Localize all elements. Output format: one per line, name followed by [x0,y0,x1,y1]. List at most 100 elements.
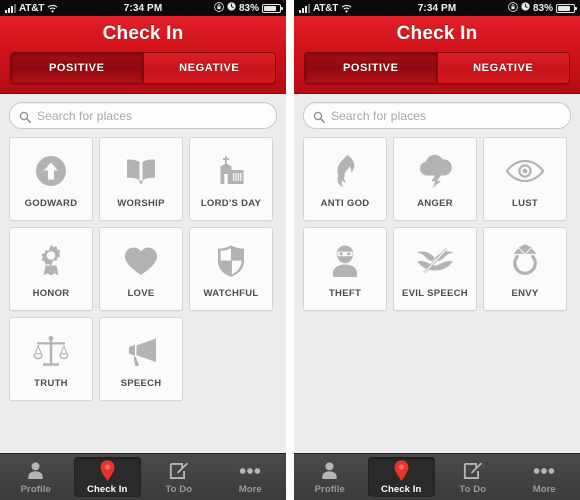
battery-percent-label: 83% [532,2,553,14]
tab-to-do[interactable]: To Do [439,457,507,497]
tile-label: ENVY [511,288,539,299]
tile-lust[interactable]: LUST [483,137,567,221]
tile-label: LOVE [127,288,155,299]
dual-screenshot-stage: AT&T 7:34 PM 83% Check In POSITIVE NEGAT… [0,0,580,500]
ellipsis-icon [533,460,555,482]
tile-anti-god[interactable]: ANTI GOD [303,137,387,221]
search-input[interactable]: Search for places [331,109,426,123]
tile-label: TRUTH [34,378,68,389]
tab-profile[interactable]: Profile [296,457,364,497]
segmented-control[interactable]: POSITIVE NEGATIVE [304,52,570,84]
search-icon [19,110,31,123]
search-container: Search for places [294,94,580,133]
tab-to-do[interactable]: To Do [145,457,213,497]
tile-speech[interactable]: SPEECH [99,317,183,401]
search-container: Search for places [0,94,286,133]
person-icon [26,460,45,482]
alarm-clock-icon [227,2,236,14]
tile-love[interactable]: LOVE [99,227,183,311]
arrow-up-circle-icon [34,151,68,191]
tile-watchful[interactable]: WATCHFUL [189,227,273,311]
tile-label: SPEECH [120,378,162,389]
search-bar[interactable]: Search for places [9,102,277,129]
tab-label: More [238,483,262,495]
tab-label: To Do [459,483,487,495]
heart-icon [123,241,159,281]
tile-truth[interactable]: TRUTH [9,317,93,401]
segment-positive[interactable]: POSITIVE [11,53,143,83]
segment-negative[interactable]: NEGATIVE [142,53,275,83]
search-input[interactable]: Search for places [37,109,132,123]
tile-label: WATCHFUL [203,288,259,299]
search-bar[interactable]: Search for places [303,102,571,129]
lips-slashed-icon [416,241,454,281]
tile-label: ANTI GOD [320,198,370,209]
category-grid-positive: GODWARD WORSHIP LORD'S DAY HONOR LOVE WA… [0,133,286,401]
storm-cloud-lightning-icon [417,151,453,191]
pencil-note-icon [463,460,483,482]
pencil-note-icon [169,460,189,482]
status-bar-right: 83% [508,1,577,15]
status-bar: AT&T 7:34 PM 83% [294,0,580,16]
map-pin-icon [394,460,409,482]
person-icon [320,460,339,482]
tab-more[interactable]: More [217,457,285,497]
segment-negative[interactable]: NEGATIVE [436,53,569,83]
rotation-lock-icon [508,1,518,15]
diamond-ring-icon [510,241,540,281]
tab-bar: Profile Check In To Do More [294,453,580,500]
tile-label: THEFT [328,288,362,299]
panel-divider [286,0,290,500]
open-book-icon [123,151,159,191]
segmented-control[interactable]: POSITIVE NEGATIVE [10,52,276,84]
nav-header: Check In POSITIVE NEGATIVE [294,16,580,94]
phone-screen-negative: AT&T 7:34 PM 83% Check In POSITIVE NEGAT… [294,0,580,500]
tile-evil-speech[interactable]: EVIL SPEECH [393,227,477,311]
page-title: Check In [102,23,184,44]
page-title: Check In [396,23,478,44]
masked-burglar-icon [329,241,361,281]
battery-percent-label: 83% [238,2,259,14]
award-ribbon-icon [36,241,66,281]
tile-envy[interactable]: ENVY [483,227,567,311]
flame-icon [331,151,359,191]
segment-positive[interactable]: POSITIVE [305,53,437,83]
tab-bar: Profile Check In To Do More [0,453,286,500]
tab-label: Check In [381,483,422,495]
tile-anger[interactable]: ANGER [393,137,477,221]
tile-label: WORSHIP [117,198,165,209]
tile-label: LORD'S DAY [200,198,262,209]
phone-screen-positive: AT&T 7:34 PM 83% Check In POSITIVE NEGAT… [0,0,286,500]
tab-profile[interactable]: Profile [2,457,70,497]
battery-icon [262,3,283,13]
search-icon [313,110,325,123]
tab-label: To Do [165,483,193,495]
status-bar: AT&T 7:34 PM 83% [0,0,286,16]
tab-label: Profile [20,483,51,495]
tile-label: LUST [511,198,538,209]
tile-theft[interactable]: THEFT [303,227,387,311]
shield-icon [216,241,246,281]
tab-label: More [532,483,556,495]
tile-label: GODWARD [24,198,78,209]
screen-content: Search for places ANTI GOD ANGER LUST TH… [294,94,580,453]
ellipsis-icon [239,460,261,482]
tab-label: Check In [87,483,128,495]
battery-icon [556,3,577,13]
tile-label: ANGER [417,198,453,209]
tab-check-in[interactable]: Check In [367,457,435,497]
tile-lords-day[interactable]: LORD'S DAY [189,137,273,221]
category-grid-negative: ANTI GOD ANGER LUST THEFT EVIL SPEECH EN… [294,133,580,311]
tile-godward[interactable]: GODWARD [9,137,93,221]
tile-label: HONOR [32,288,70,299]
nav-header: Check In POSITIVE NEGATIVE [0,16,286,94]
map-pin-icon [100,460,115,482]
tile-honor[interactable]: HONOR [9,227,93,311]
tab-label: Profile [314,483,345,495]
eye-icon [506,151,544,191]
tab-more[interactable]: More [511,457,579,497]
tile-worship[interactable]: WORSHIP [99,137,183,221]
rotation-lock-icon [214,1,224,15]
tab-check-in[interactable]: Check In [73,457,141,497]
tile-label: EVIL SPEECH [402,288,468,299]
